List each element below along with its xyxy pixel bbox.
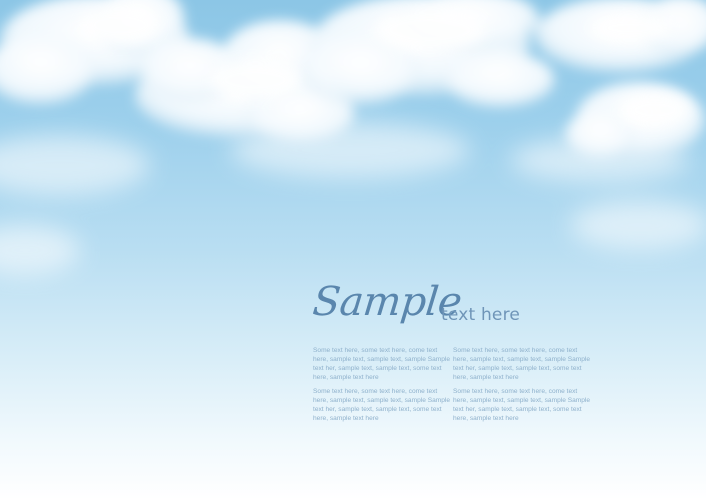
clouds-illustration [0,0,706,275]
headline-subtitle: text here [441,305,521,325]
paragraph: Some text here, some text here, come tex… [453,388,591,422]
headline: Sample text here [311,278,613,338]
paragraph: Some text here, some text here, come tex… [453,347,591,381]
sky-background: Sample text here Some text here, some te… [0,0,706,500]
body-text-block: Some text here, some text here, come tex… [313,346,603,436]
paragraph: Some text here, some text here, come tex… [313,347,451,381]
paragraph: Some text here, some text here, come tex… [313,388,451,422]
